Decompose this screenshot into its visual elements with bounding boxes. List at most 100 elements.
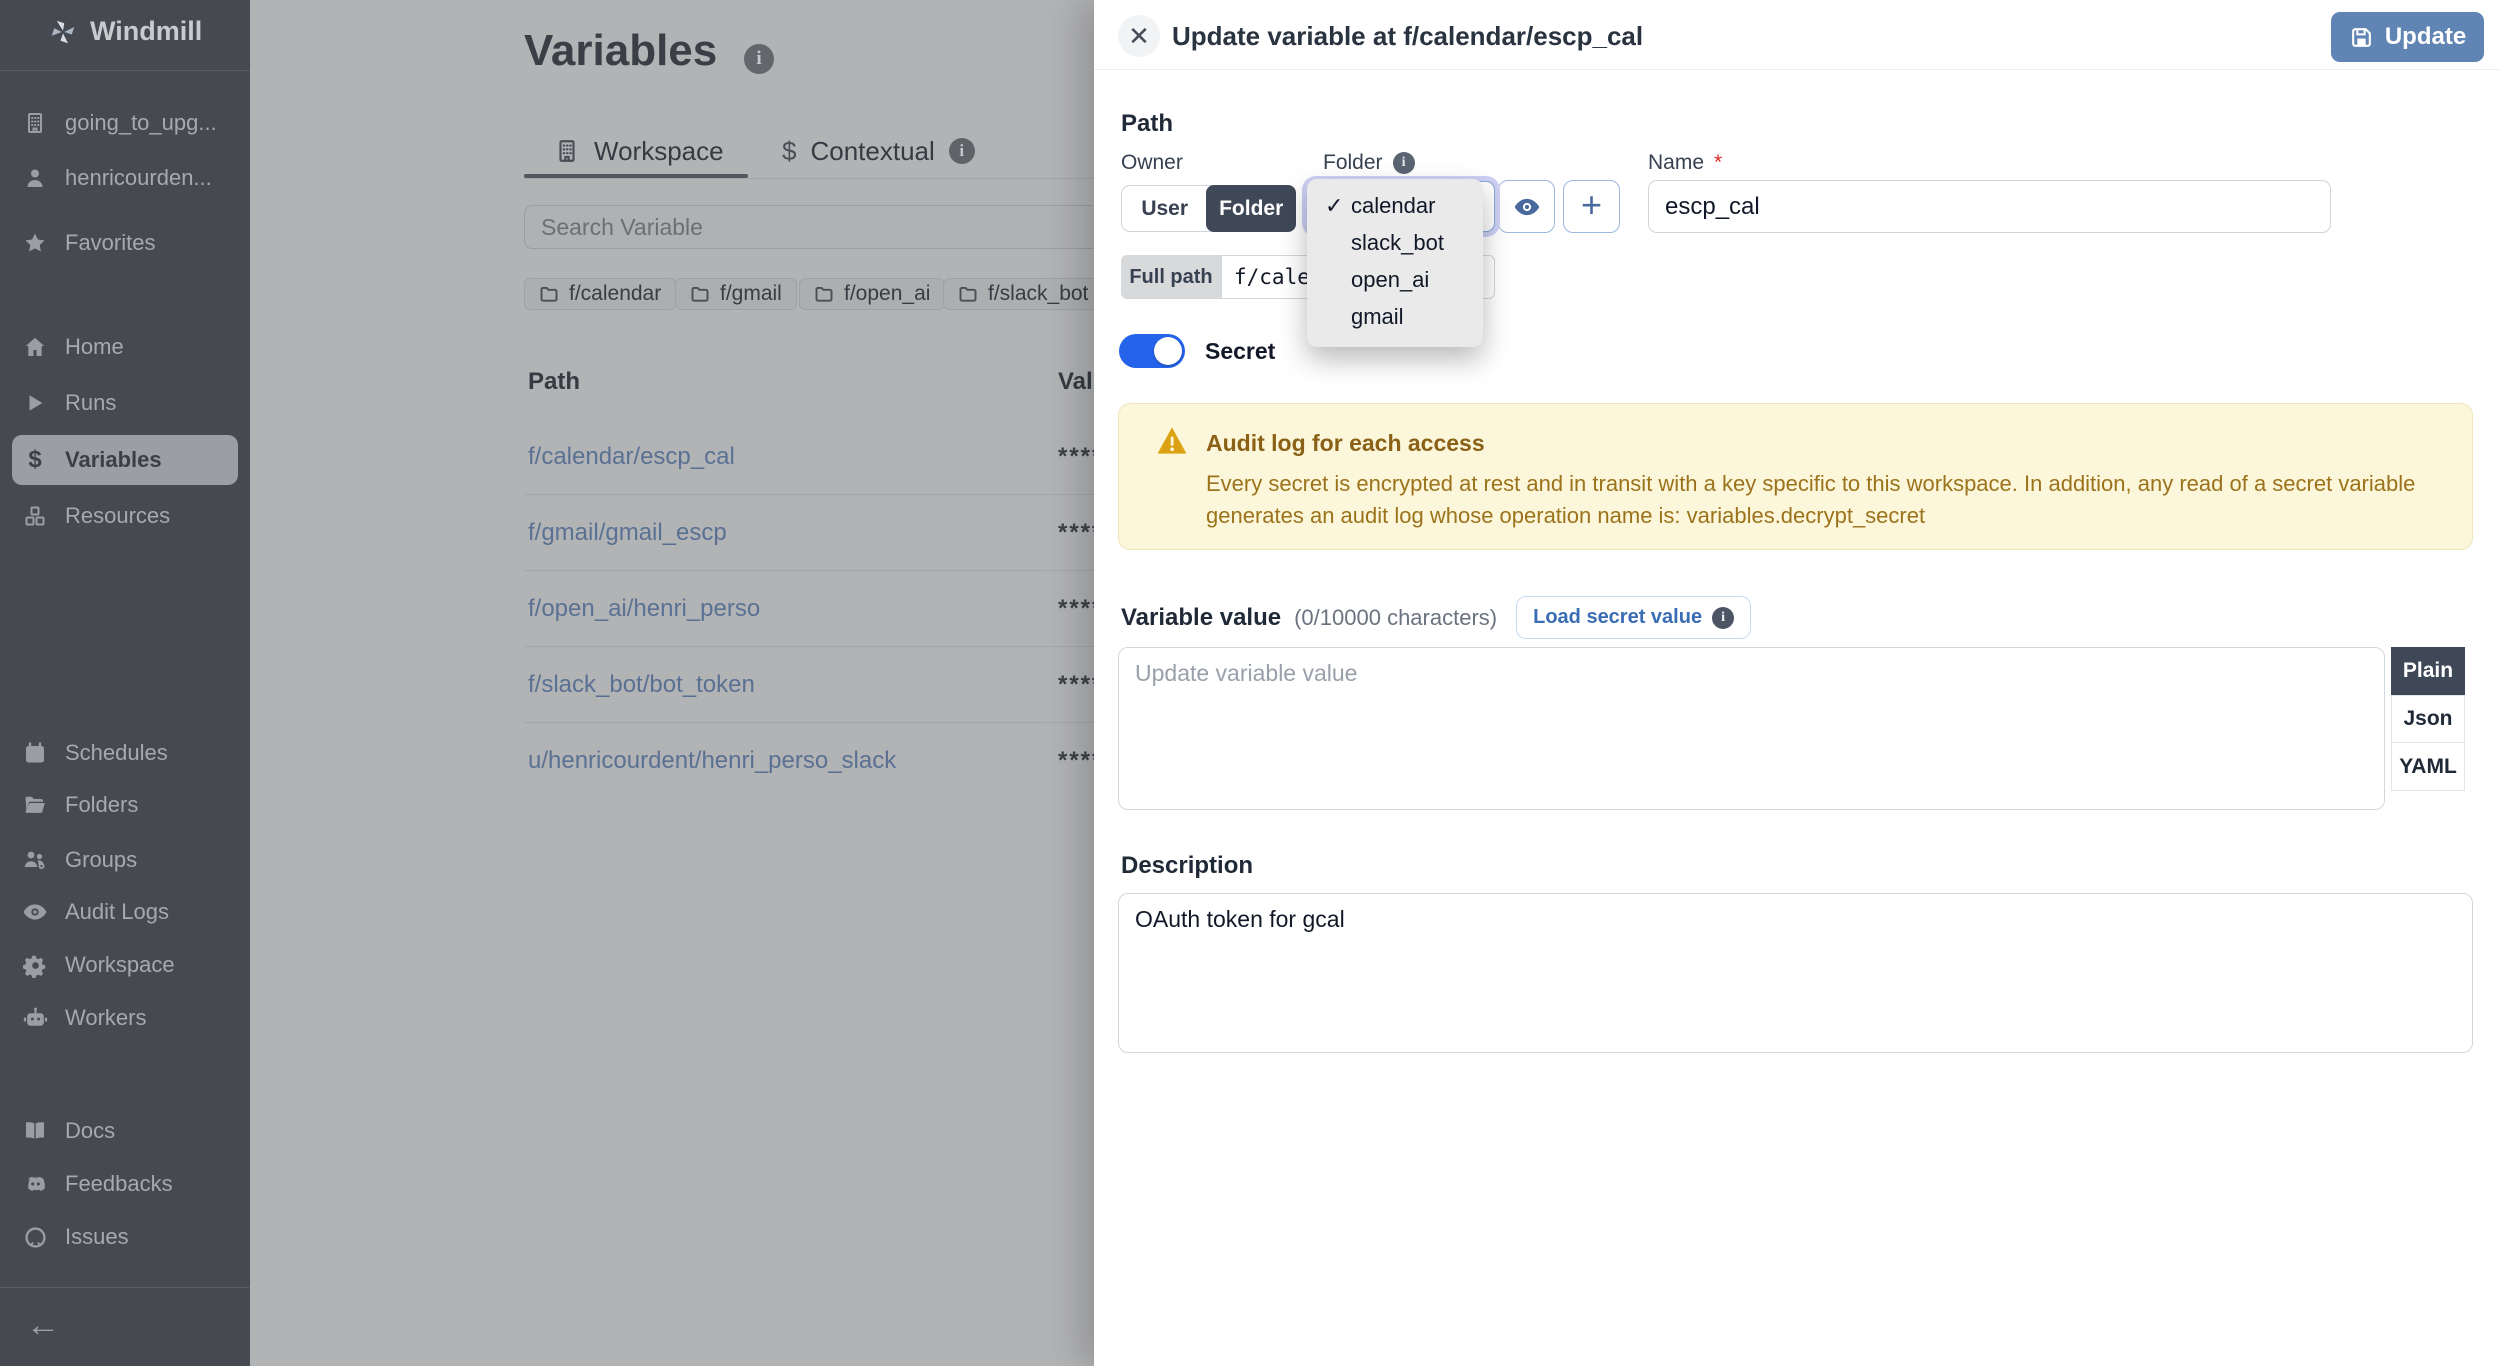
folder-icon — [690, 284, 710, 304]
folder-chip-open-ai[interactable]: f/open_ai — [799, 278, 945, 310]
sidebar-item-label: Runs — [65, 390, 116, 416]
folder-option-calendar[interactable]: ✓ calendar — [1307, 187, 1483, 224]
character-counter: (0/10000 characters) — [1294, 605, 1497, 631]
format-tab-plain[interactable]: Plain — [2391, 647, 2465, 695]
folder-chip-slack-bot[interactable]: f/slack_bot — [943, 278, 1103, 310]
format-tab-json[interactable]: Json — [2391, 695, 2465, 743]
plus-icon: + — [1581, 187, 1602, 223]
calendar-icon — [22, 740, 48, 766]
update-button[interactable]: Update — [2331, 12, 2484, 62]
owner-user-segment[interactable]: User — [1122, 186, 1207, 231]
description-textarea[interactable]: OAuth token for gcal — [1118, 893, 2473, 1053]
windmill-pinwheel-icon — [48, 17, 78, 47]
folder-option-gmail[interactable]: gmail — [1307, 298, 1483, 335]
collapse-sidebar-arrow-icon[interactable]: ← — [26, 1306, 60, 1345]
sidebar-item-label: Docs — [65, 1118, 115, 1144]
sidebar-item-runs[interactable]: Runs — [22, 385, 234, 421]
folder-label: Folder i — [1323, 151, 1415, 175]
update-variable-drawer: ✕ Update variable at f/calendar/escp_cal… — [1094, 0, 2500, 1366]
drawer-header: ✕ Update variable at f/calendar/escp_cal… — [1094, 0, 2500, 70]
sidebar-item-issues[interactable]: Issues — [22, 1219, 234, 1255]
table-row: f/gmail/gmail_escp ********* — [524, 495, 1164, 571]
variable-path-link[interactable]: u/henricourdent/henri_perso_slack — [528, 747, 896, 775]
format-tab-yaml[interactable]: YAML — [2391, 743, 2465, 791]
variable-path-link[interactable]: f/gmail/gmail_escp — [528, 519, 727, 547]
dollar-icon: $ — [22, 447, 48, 473]
sidebar-item-feedbacks[interactable]: Feedbacks — [22, 1166, 234, 1202]
variables-page: Variables i Workspace $ Contextual i f/c… — [250, 0, 1094, 1366]
folder-info-icon[interactable]: i — [1393, 152, 1415, 174]
folder-icon — [958, 284, 978, 304]
sidebar-item-workspace-settings[interactable]: Workspace — [22, 947, 234, 983]
full-path-badge: Full path — [1121, 255, 1221, 299]
building-icon — [554, 138, 580, 164]
sidebar: Windmill going_to_upg... henricourden...… — [0, 0, 250, 1366]
save-icon — [2349, 25, 2374, 50]
close-icon[interactable]: ✕ — [1118, 15, 1160, 57]
sidebar-item-audit-logs[interactable]: Audit Logs — [22, 894, 234, 930]
variables-table: f/calendar/escp_cal ********* f/gmail/gm… — [524, 419, 1164, 799]
home-icon — [22, 334, 48, 360]
gear-icon — [22, 952, 48, 978]
sidebar-item-label: Workers — [65, 1005, 147, 1031]
folder-icon — [814, 284, 834, 304]
building-icon — [22, 110, 48, 136]
table-row: f/slack_bot/bot_token ********* — [524, 647, 1164, 723]
warning-body: Every secret is encrypted at rest and in… — [1206, 468, 2458, 532]
sidebar-item-groups[interactable]: Groups — [22, 842, 234, 878]
folder-option-slack-bot[interactable]: slack_bot — [1307, 224, 1483, 261]
variable-value-textarea[interactable] — [1118, 647, 2385, 810]
sidebar-item-folders[interactable]: Folders — [22, 787, 234, 823]
folder-chip-calendar[interactable]: f/calendar — [524, 278, 676, 310]
load-secret-info-icon: i — [1712, 607, 1734, 629]
tab-workspace[interactable]: Workspace — [554, 134, 724, 168]
view-folder-button[interactable] — [1498, 180, 1555, 233]
sidebar-item-label: Schedules — [65, 740, 168, 766]
column-header-path: Path — [528, 368, 580, 396]
tab-label: Workspace — [594, 136, 724, 167]
sidebar-item-label: Folders — [65, 792, 138, 818]
folder-dropdown-menu: ✓ calendar slack_bot open_ai gmail — [1307, 179, 1483, 347]
sidebar-item-label: henricourden... — [65, 165, 212, 191]
secret-toggle[interactable] — [1119, 334, 1185, 368]
sidebar-item-label: Workspace — [65, 952, 175, 978]
table-row: u/henricourdent/henri_perso_slack ******… — [524, 723, 1164, 799]
drawer-title: Update variable at f/calendar/escp_cal — [1172, 21, 1643, 52]
folder-option-open-ai[interactable]: open_ai — [1307, 261, 1483, 298]
sidebar-item-label: Audit Logs — [65, 899, 169, 925]
path-section-heading: Path — [1121, 110, 1173, 138]
robot-icon — [22, 1005, 48, 1031]
load-secret-value-button[interactable]: Load secret value i — [1516, 596, 1751, 639]
variable-value-header-row: Variable value (0/10000 characters) Load… — [1121, 596, 1751, 639]
tab-contextual[interactable]: $ Contextual i — [782, 134, 975, 168]
windmill-logo[interactable]: Windmill — [48, 16, 202, 47]
owner-folder-segment[interactable]: Folder — [1206, 185, 1296, 232]
add-folder-button[interactable]: + — [1563, 180, 1620, 233]
variable-path-link[interactable]: f/slack_bot/bot_token — [528, 671, 755, 699]
sidebar-item-docs[interactable]: Docs — [22, 1113, 234, 1149]
variables-info-icon[interactable]: i — [744, 44, 774, 74]
table-row: f/calendar/escp_cal ********* — [524, 419, 1164, 495]
sidebar-item-workers[interactable]: Workers — [22, 1000, 234, 1036]
sidebar-item-label: Feedbacks — [65, 1171, 173, 1197]
sidebar-item-label: going_to_upg... — [65, 110, 217, 136]
sidebar-item-user[interactable]: henricourden... — [22, 160, 234, 196]
folder-chip-gmail[interactable]: f/gmail — [675, 278, 797, 310]
variable-path-link[interactable]: f/open_ai/henri_perso — [528, 595, 760, 623]
sidebar-item-variables[interactable]: $ Variables — [22, 442, 234, 478]
sidebar-item-home[interactable]: Home — [22, 329, 234, 365]
folder-open-icon — [22, 792, 48, 818]
contextual-info-icon[interactable]: i — [949, 138, 975, 164]
variable-path-link[interactable]: f/calendar/escp_cal — [528, 443, 735, 471]
sidebar-item-workspace-switcher[interactable]: going_to_upg... — [22, 105, 234, 141]
tab-label: Contextual — [810, 136, 934, 167]
sidebar-item-resources[interactable]: Resources — [22, 498, 234, 534]
warning-title: Audit log for each access — [1206, 430, 1485, 457]
eye-icon — [22, 899, 48, 925]
sidebar-item-favorites[interactable]: Favorites — [22, 225, 234, 261]
chip-label: f/open_ai — [844, 282, 930, 306]
chip-label: f/calendar — [569, 282, 661, 306]
sidebar-item-schedules[interactable]: Schedules — [22, 735, 234, 771]
dollar-icon: $ — [782, 136, 796, 167]
name-input[interactable] — [1648, 180, 2331, 233]
